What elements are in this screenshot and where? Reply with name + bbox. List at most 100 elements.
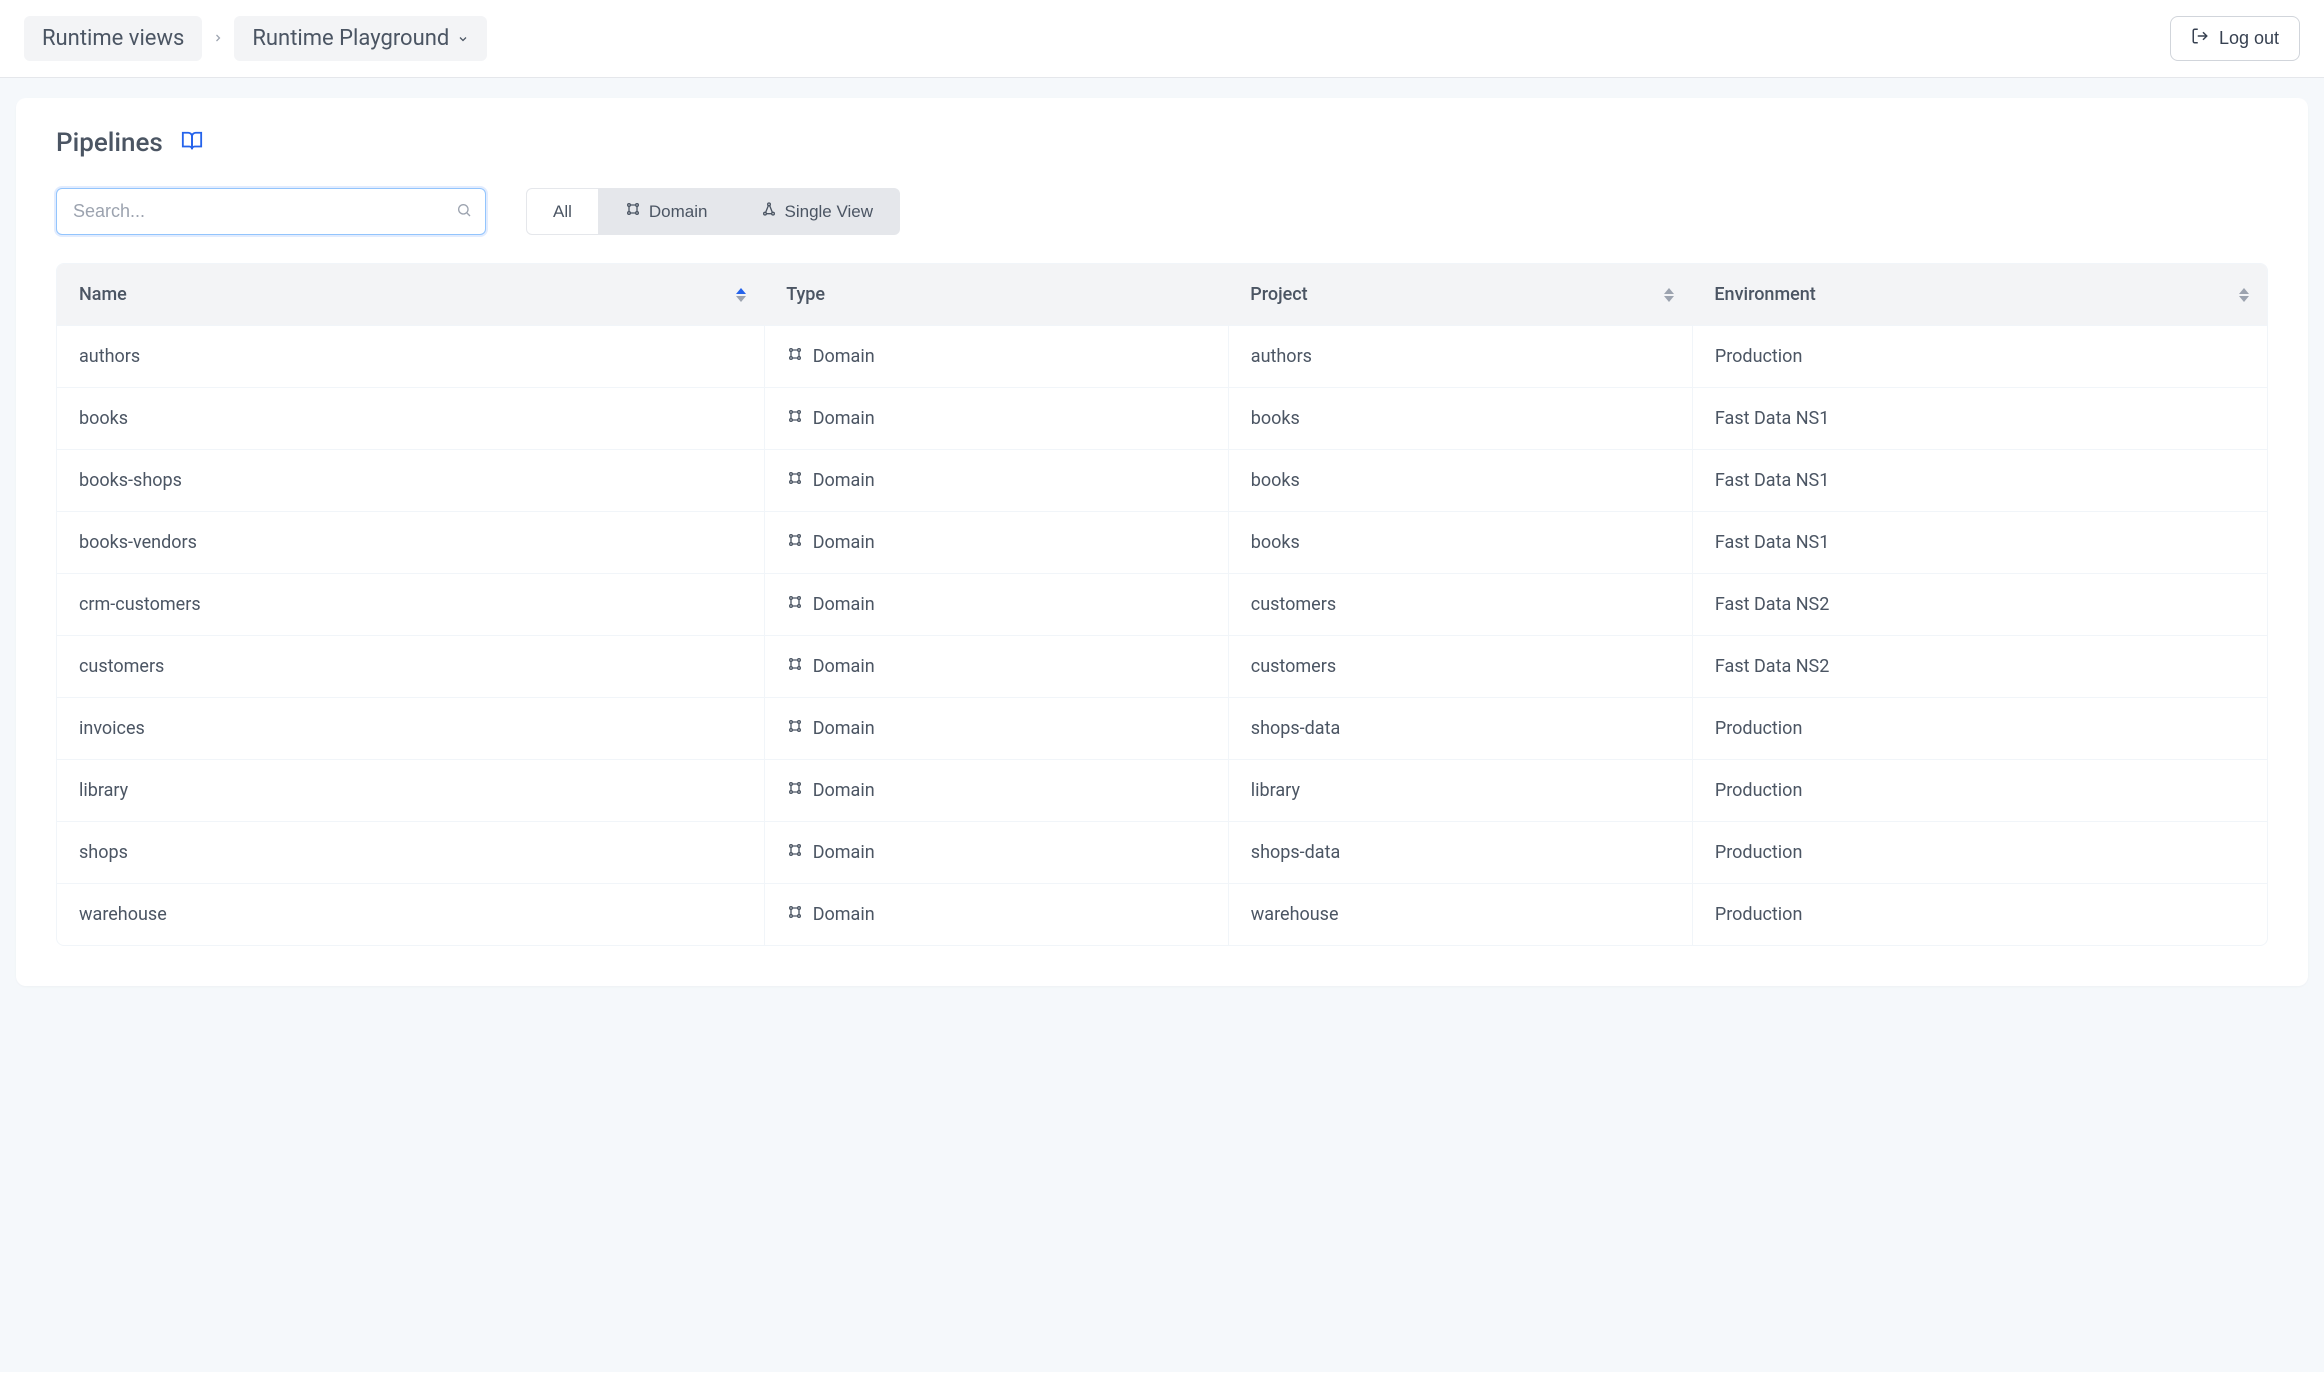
cell-type-label: Domain: [813, 532, 875, 553]
table-row[interactable]: libraryDomainlibraryProduction: [57, 760, 2267, 822]
cell-type: Domain: [764, 512, 1228, 574]
pipelines-table-wrapper: Name Type Project: [56, 263, 2268, 946]
sort-indicator-project: [1664, 288, 1674, 302]
domain-icon: [787, 594, 803, 615]
table-row[interactable]: invoices Domain shops-dataProduction: [57, 698, 2267, 760]
cell-type-label: Domain: [813, 904, 875, 925]
domain-icon: [787, 904, 803, 925]
filter-domain[interactable]: Domain: [598, 189, 734, 234]
book-open-icon[interactable]: [181, 130, 203, 156]
page-title: Pipelines: [56, 128, 163, 158]
sort-indicator-environment: [2239, 288, 2249, 302]
search-wrapper: [56, 188, 486, 235]
cell-environment: Fast Data NS2: [1692, 636, 2267, 698]
filter-all-label: All: [553, 202, 572, 222]
cell-name: books-vendors: [57, 512, 764, 574]
table-row[interactable]: booksDomainbooksFast Data NS1: [57, 388, 2267, 450]
toolbar: All Domain Single View: [56, 188, 2268, 235]
cell-type: Domain: [764, 450, 1228, 512]
domain-icon: [787, 532, 803, 553]
cell-project: warehouse: [1228, 884, 1692, 946]
cell-environment: Production: [1692, 698, 2267, 760]
table-row[interactable]: crm-customersDomaincustomersFast Data NS…: [57, 574, 2267, 636]
table-row[interactable]: warehouseDomainwarehouseProduction: [57, 884, 2267, 946]
column-header-project[interactable]: Project: [1228, 264, 1692, 326]
cell-type-label: Domain: [813, 346, 875, 367]
cell-name: invoices: [57, 698, 764, 760]
cell-type-label: Domain: [813, 718, 875, 739]
breadcrumb: Runtime views Runtime Playground: [24, 16, 487, 61]
cell-environment: Fast Data NS1: [1692, 512, 2267, 574]
cell-environment: Production: [1692, 760, 2267, 822]
domain-icon: [787, 780, 803, 801]
domain-icon: [787, 346, 803, 367]
column-header-environment-label: Environment: [1714, 284, 1815, 305]
cell-type-label: Domain: [813, 842, 875, 863]
chevron-down-icon: [457, 26, 469, 51]
logout-icon: [2191, 27, 2209, 50]
cell-type: Domain: [764, 698, 1228, 760]
column-header-environment[interactable]: Environment: [1692, 264, 2267, 326]
column-header-type[interactable]: Type: [764, 264, 1228, 326]
cell-name: customers: [57, 636, 764, 698]
cell-environment: Production: [1692, 326, 2267, 388]
table-row[interactable]: authorsDomainauthorsProduction: [57, 326, 2267, 388]
table-row[interactable]: books-vendors Domain booksFast Data NS1: [57, 512, 2267, 574]
cell-type-label: Domain: [813, 408, 875, 429]
domain-icon: [787, 408, 803, 429]
sort-desc-icon: [2239, 296, 2249, 302]
cell-type: Domain: [764, 636, 1228, 698]
cell-project: shops-data: [1228, 822, 1692, 884]
domain-icon: [787, 718, 803, 739]
logout-button[interactable]: Log out: [2170, 16, 2300, 61]
cell-environment: Fast Data NS2: [1692, 574, 2267, 636]
filter-single-view-label: Single View: [785, 202, 874, 222]
cell-environment: Production: [1692, 822, 2267, 884]
sort-indicator-name: [736, 288, 746, 302]
cell-name: shops: [57, 822, 764, 884]
domain-icon: [787, 842, 803, 863]
filter-domain-label: Domain: [649, 202, 708, 222]
domain-icon: [625, 201, 641, 222]
breadcrumb-current-label: Runtime Playground: [252, 26, 449, 51]
table-row[interactable]: shops Domain shops-dataProduction: [57, 822, 2267, 884]
chevron-right-icon: [212, 28, 224, 49]
cell-type: Domain: [764, 884, 1228, 946]
cell-type-label: Domain: [813, 594, 875, 615]
breadcrumb-current[interactable]: Runtime Playground: [234, 16, 487, 61]
cell-project: books: [1228, 388, 1692, 450]
cell-project: authors: [1228, 326, 1692, 388]
panel-title-row: Pipelines: [56, 128, 2268, 158]
sort-asc-icon: [736, 288, 746, 294]
page-body: Pipelines All Domain: [0, 78, 2324, 1372]
cell-project: library: [1228, 760, 1692, 822]
table-row[interactable]: books-shopsDomainbooksFast Data NS1: [57, 450, 2267, 512]
cell-type-label: Domain: [813, 656, 875, 677]
sort-desc-icon: [1664, 296, 1674, 302]
sort-desc-icon: [736, 296, 746, 302]
search-input[interactable]: [56, 188, 486, 235]
cell-project: books: [1228, 512, 1692, 574]
cell-name: crm-customers: [57, 574, 764, 636]
cell-project: books: [1228, 450, 1692, 512]
cell-type: Domain: [764, 326, 1228, 388]
table-header-row: Name Type Project: [57, 264, 2267, 326]
cell-name: books: [57, 388, 764, 450]
sort-asc-icon: [1664, 288, 1674, 294]
cell-project: shops-data: [1228, 698, 1692, 760]
column-header-name[interactable]: Name: [57, 264, 764, 326]
cell-environment: Fast Data NS1: [1692, 450, 2267, 512]
cell-type-label: Domain: [813, 470, 875, 491]
cell-type: Domain: [764, 760, 1228, 822]
table-row[interactable]: customersDomaincustomersFast Data NS2: [57, 636, 2267, 698]
cell-name: library: [57, 760, 764, 822]
cell-project: customers: [1228, 636, 1692, 698]
filter-all[interactable]: All: [527, 189, 598, 234]
cell-environment: Fast Data NS1: [1692, 388, 2267, 450]
cell-type: Domain: [764, 388, 1228, 450]
domain-icon: [787, 656, 803, 677]
filter-single-view[interactable]: Single View: [734, 189, 900, 234]
breadcrumb-root[interactable]: Runtime views: [24, 16, 202, 61]
cell-type-label: Domain: [813, 780, 875, 801]
breadcrumb-root-label: Runtime views: [42, 26, 184, 51]
